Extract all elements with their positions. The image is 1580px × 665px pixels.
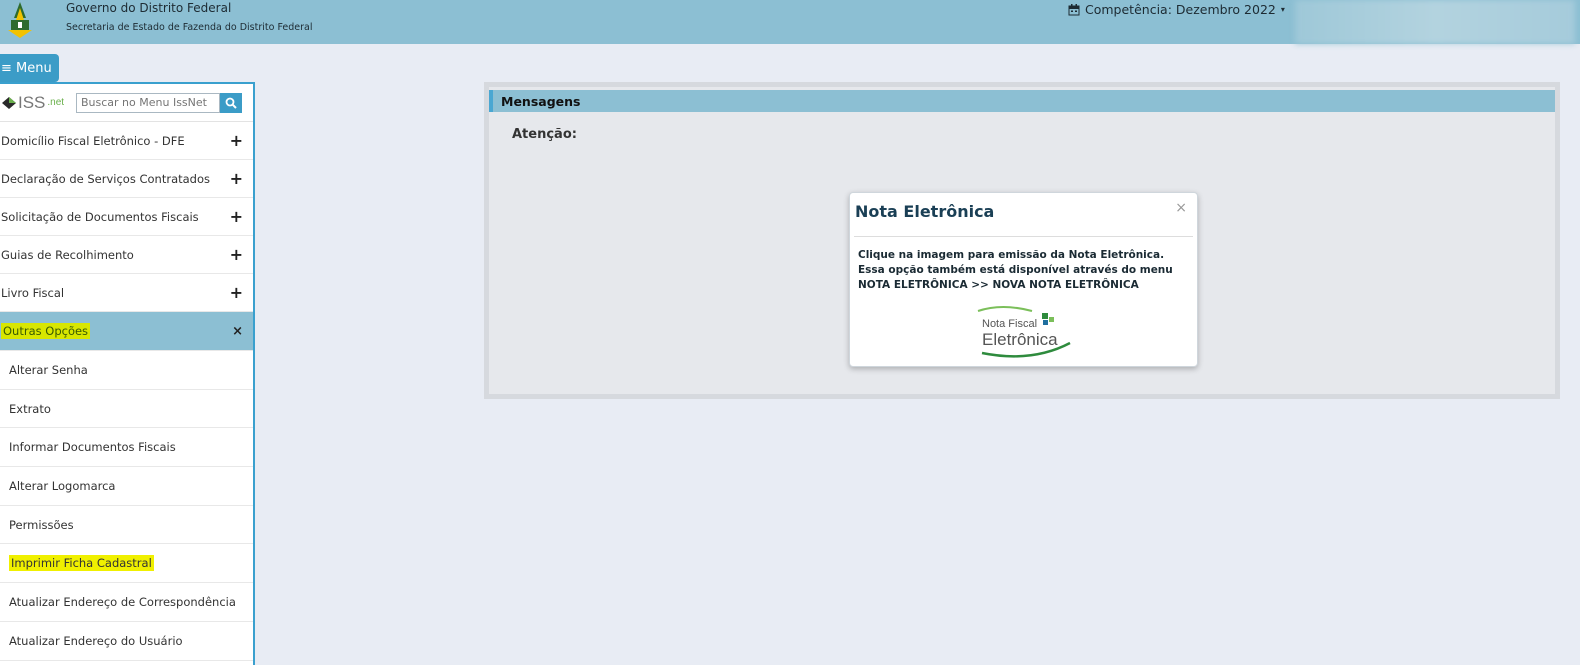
nota-fiscal-eletronica-logo[interactable]: Nota Fiscal Eletrônica	[972, 305, 1076, 363]
caret-down-icon: ▾	[1280, 5, 1285, 14]
diamond-icon	[2, 96, 16, 109]
sidebar-subitem-label: Extrato	[9, 401, 51, 416]
brasilia-crest-logo	[4, 0, 36, 40]
expand-plus-icon: +	[229, 283, 243, 302]
competencia-label: Competência: Dezembro 2022	[1085, 2, 1276, 17]
menu-button[interactable]: ≡ Menu	[0, 54, 59, 82]
expand-plus-icon: +	[229, 207, 243, 226]
sidebar-item-guias-recolhimento[interactable]: Guias de Recolhimento +	[0, 236, 253, 274]
sidebar-subitem-alterar-senha[interactable]: Alterar Senha	[0, 351, 253, 390]
sidebar-item-label: Declaração de Serviços Contratados	[1, 171, 210, 186]
sidebar-subitem-label: Imprimir Ficha Cadastral	[9, 555, 154, 572]
search-icon	[225, 97, 237, 109]
search-button[interactable]	[220, 92, 242, 113]
issnet-logo-text: ISS	[18, 92, 46, 112]
sidebar-item-livro-fiscal[interactable]: Livro Fiscal +	[0, 274, 253, 312]
sidebar-item-label: Solicitação de Documentos Fiscais	[1, 209, 199, 224]
nfe-logo-line1: Nota Fiscal	[982, 318, 1037, 330]
sidebar-subitem-informar-documentos[interactable]: Informar Documentos Fiscais	[0, 428, 253, 468]
close-icon[interactable]: ×	[1175, 200, 1187, 216]
sidebar-item-solicitacao-documentos[interactable]: Solicitação de Documentos Fiscais +	[0, 198, 253, 236]
sidebar-search-row: ISS .net	[0, 84, 253, 122]
sidebar-item-label: Outras Opções	[1, 323, 91, 339]
top-header: Governo do Distrito Federal Secretaria d…	[0, 0, 1580, 44]
sidebar-subitem-label: Alterar Senha	[9, 362, 88, 377]
sidebar-subitem-alterar-logomarca[interactable]: Alterar Logomarca	[0, 467, 253, 506]
sidebar-subitem-label: Atualizar Endereço do Usuário	[9, 633, 183, 648]
government-subtitle: Secretaria de Estado de Fazenda do Distr…	[66, 22, 313, 33]
expand-plus-icon: +	[229, 131, 243, 150]
sidebar-item-outras-opcoes[interactable]: Outras Opções ×	[0, 312, 253, 351]
sidebar-subitem-extrato[interactable]: Extrato	[0, 390, 253, 429]
modal-instruction-line2: Essa opção também está disponível atravé…	[858, 264, 1173, 291]
messages-header: Mensagens	[489, 90, 1555, 112]
sidebar-subitem-imprimir-ficha[interactable]: Imprimir Ficha Cadastral	[0, 544, 253, 584]
collapse-close-icon: ×	[232, 323, 243, 339]
competencia-dropdown[interactable]: Competência: Dezembro 2022 ▾	[1068, 2, 1285, 17]
attention-label: Atenção:	[512, 127, 577, 142]
sidebar-item-label: Domicílio Fiscal Eletrônico - DFE	[1, 133, 185, 148]
sidebar-subitem-label: Informar Documentos Fiscais	[9, 440, 176, 455]
sidebar-subitem-label: Permissões	[9, 517, 74, 532]
sidebar-subitem-endereco-correspondencia[interactable]: Atualizar Endereço de Correspondência	[0, 583, 253, 622]
menu-search-input[interactable]	[76, 92, 220, 113]
expand-plus-icon: +	[229, 245, 243, 264]
sidebar-subitem-label: Atualizar Endereço de Correspondência	[9, 594, 236, 609]
calendar-icon	[1068, 3, 1080, 15]
issnet-logo-suffix: .net	[47, 97, 65, 108]
nfe-logo-line2: Eletrônica	[982, 330, 1058, 349]
nota-eletronica-modal: Nota Eletrônica × Clique na imagem para …	[849, 192, 1198, 367]
modal-divider	[854, 236, 1193, 237]
sidebar-subitem-label: Alterar Logomarca	[9, 478, 116, 493]
sidebar-item-label: Livro Fiscal	[1, 285, 65, 300]
sidebar-item-label: Guias de Recolhimento	[1, 247, 134, 262]
modal-instruction-line1: Clique na imagem para emissão da Nota El…	[858, 249, 1165, 261]
sidebar-item-declaracao-servicos[interactable]: Declaração de Serviços Contratados +	[0, 160, 253, 198]
sidebar-subitem-endereco-usuario[interactable]: Atualizar Endereço do Usuário	[0, 622, 253, 661]
expand-plus-icon: +	[229, 169, 243, 188]
user-info-blurred	[1295, 0, 1575, 44]
modal-body: Clique na imagem para emissão da Nota El…	[858, 248, 1194, 293]
issnet-logo: ISS .net	[2, 93, 76, 113]
sidebar-item-dfe[interactable]: Domicílio Fiscal Eletrônico - DFE +	[0, 122, 253, 160]
sidebar-menu: ISS.net Domicílio Fiscal Eletrônico - DF…	[0, 82, 255, 665]
modal-title: Nota Eletrônica	[855, 202, 995, 221]
government-title: Governo do Distrito Federal	[66, 1, 232, 15]
sidebar-subitem-permissoes[interactable]: Permissões	[0, 506, 253, 545]
